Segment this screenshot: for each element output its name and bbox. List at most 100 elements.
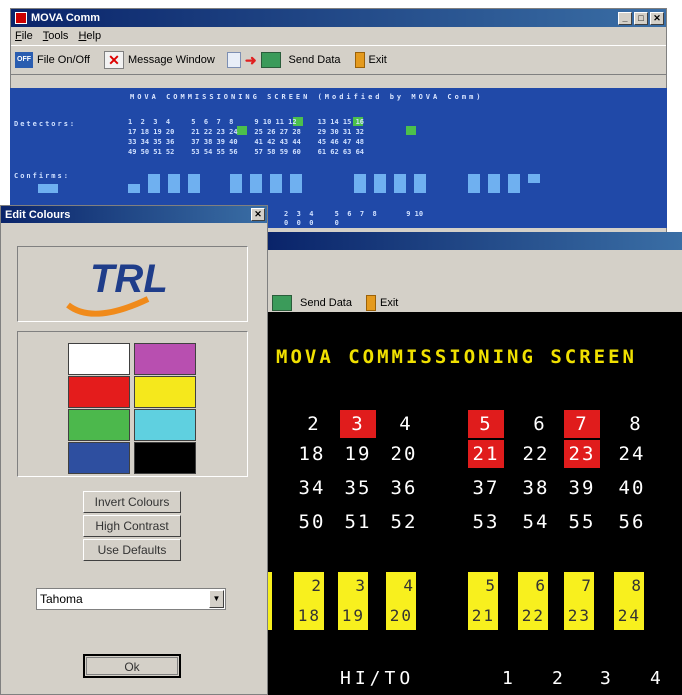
confirm-box [528,174,540,183]
confirm-box: 7 23 [564,572,594,630]
confirm-box [508,174,520,193]
confirm-box [414,174,426,193]
hito-number: 3 [600,668,611,689]
confirm-box [488,174,500,193]
minimize-icon[interactable]: _ [618,11,632,25]
hito-number: 1 [502,668,513,689]
use-defaults-button[interactable]: Use Defaults [83,539,181,561]
send-data-button[interactable]: ➜ Send Data [226,51,341,69]
confirm-top-number: 7 [581,576,591,595]
confirm-box [270,174,282,193]
blue-screen-title: MOVA COMMISSIONING SCREEN (Modified by M… [130,93,484,101]
confirm-box [148,174,160,193]
color-swatch[interactable] [134,409,196,441]
edit-colours-title: Edit Colours [5,208,71,221]
exit-button[interactable]: Exit [366,295,398,311]
detector-cell: 36 [390,477,418,499]
confirm-box: 4 20 [386,572,416,630]
edit-colours-title-bar[interactable]: Edit Colours ✕ [1,206,267,223]
menu-help[interactable]: Help [78,30,101,42]
detector-cell: 2 [307,413,321,435]
confirm-box [354,174,366,193]
color-swatch[interactable] [68,376,130,408]
detector-cell: 20 [390,443,418,465]
confirm-box [38,184,58,193]
color-swatch[interactable] [68,343,130,375]
confirm-box [374,174,386,193]
swatch-panel [17,331,248,477]
confirm-top-number: 2 [311,576,321,595]
hito-label: HI/TO [340,668,415,689]
exit-button[interactable]: Exit [354,52,387,68]
detector-cell-active: 3 [340,410,376,438]
high-contrast-button[interactable]: High Contrast [83,515,181,537]
detector-cell-active: 7 [564,410,600,438]
close-icon[interactable]: ✕ [650,11,664,25]
main-title-bar[interactable]: MOVA Comm _ □ ✕ [11,9,666,27]
detector-cell: 50 [298,511,326,533]
confirm-box: 5 21 [468,572,498,630]
confirms-label: Confirms: [14,172,70,180]
detector-row: 17 18 19 20 21 22 23 24 25 26 27 28 29 3… [128,128,365,136]
detector-cell-active: 21 [468,440,504,468]
file-onoff-button[interactable]: OFF File On/Off [15,52,90,68]
detector-cell: 34 [298,477,326,499]
detector-cell: 22 [522,443,550,465]
send-data-button[interactable]: Send Data [272,295,352,311]
exit-label: Exit [380,297,399,309]
chevron-down-icon[interactable]: ▼ [209,590,224,608]
detector-row: 1 2 3 4 5 6 7 8 9 10 11 12 13 14 15 16 [128,118,365,126]
menu-tools[interactable]: Tools [43,30,69,42]
detector-cell: 53 [472,511,500,533]
confirm-bottom-number: 23 [567,606,591,625]
detector-active [406,126,416,135]
confirm-bottom-number: 24 [617,606,641,625]
detector-cell-active: 5 [468,410,504,438]
main-window-title: MOVA Comm [31,12,101,24]
detector-cell: 39 [568,477,596,499]
confirm-box [290,174,302,193]
exit-door-icon [354,52,365,68]
logo-text: TRL [90,257,168,301]
message-window-label: Message Window [127,54,215,66]
detector-row: 49 50 51 52 53 54 55 56 57 58 59 60 61 6… [128,148,365,156]
off-icon: OFF [15,52,33,68]
detector-cell: 51 [344,511,372,533]
detector-cell: 35 [344,477,372,499]
color-swatch[interactable] [134,343,196,375]
exit-label: Exit [368,54,387,66]
confirm-bottom-number: 21 [471,606,495,625]
trl-logo-icon: TRL [66,257,168,317]
confirm-bottom-number: 22 [521,606,545,625]
color-swatch[interactable] [68,409,130,441]
close-icon[interactable]: ✕ [251,208,265,221]
detector-cell: 4 [399,413,413,435]
arrow-right-icon: ➜ [244,51,257,68]
menu-file[interactable]: File [15,30,33,42]
exit-door-icon [366,295,376,311]
detector-cell: 6 [533,413,547,435]
confirm-top-number: 8 [631,576,641,595]
confirm-box: 8 24 [614,572,644,630]
detectors-label: Detectors: [14,120,77,128]
large-window-title-bar[interactable] [268,232,682,250]
color-swatch[interactable] [134,376,196,408]
message-window-button[interactable]: ✕ Message Window [103,51,215,69]
ok-button[interactable]: Ok [83,654,181,678]
screen-title: MOVA COMMISSIONING SCREEN [276,346,637,368]
confirm-box: 6 22 [518,572,548,630]
color-swatch[interactable] [134,442,196,474]
send-data-label: Send Data [288,54,341,66]
black-commissioning-screen: MOVA COMMISSIONING SCREEN 2 3 4 5 6 7 8 … [268,312,682,695]
edit-colours-dialog: Edit Colours ✕ TRL Invert Colours High C… [0,205,268,695]
invert-colours-button[interactable]: Invert Colours [83,491,181,513]
hito-number: 4 [650,668,661,689]
color-swatch[interactable] [68,442,130,474]
font-select[interactable]: Tahoma ▼ [36,588,226,610]
large-commissioning-window: Send Data Exit MOVA COMMISSIONING SCREEN… [268,232,682,695]
hito-number: 2 [552,668,563,689]
detector-cell: 55 [568,511,596,533]
detector-cell: 24 [618,443,646,465]
confirm-bottom-number: 19 [341,606,365,625]
maximize-icon[interactable]: □ [634,11,648,25]
